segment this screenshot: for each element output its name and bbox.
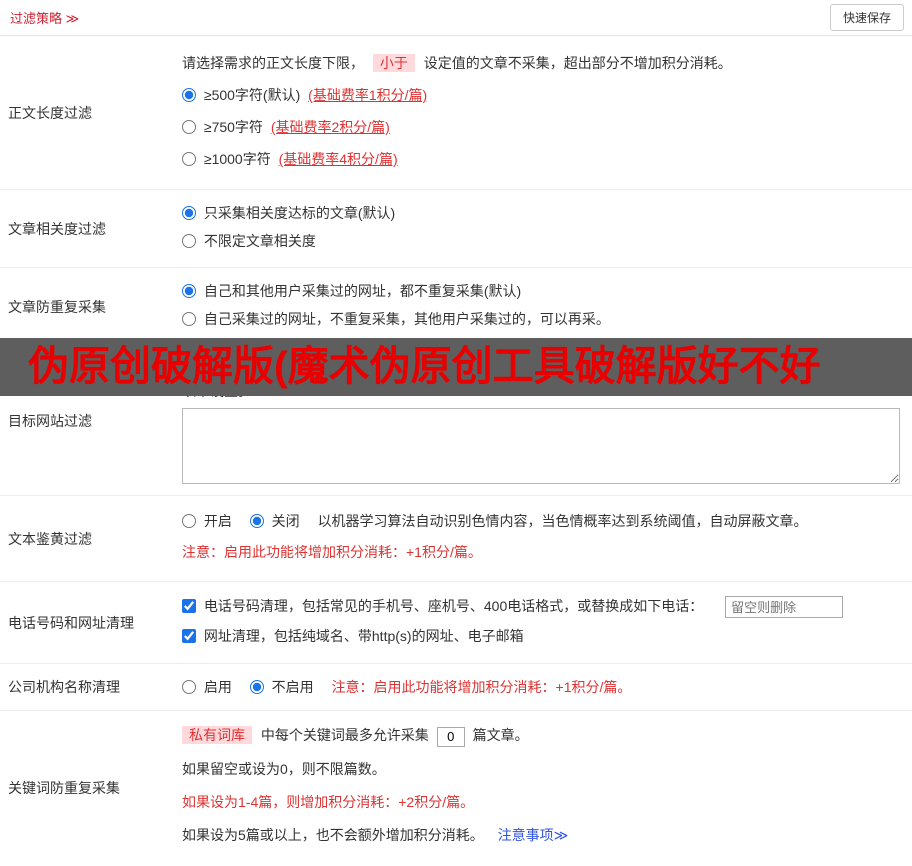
length-option-row: ≥1000字符 (基础费率4积分/篇) [182,149,900,170]
length-option-1000[interactable]: ≥1000字符 (基础费率4积分/篇) [182,151,398,167]
keyword-count-input[interactable] [436,726,465,747]
length-radio-1000[interactable] [182,152,196,166]
length-option-750-text: ≥750字符 [203,119,263,135]
label-porn-filter: 文本鉴黄过滤 [8,530,92,547]
keyword-note-five: 如果设为5篇或以上，也不会额外增加积分消耗。 [182,826,484,843]
relevance-radio-any[interactable] [182,234,196,248]
quick-save-button[interactable]: 快速保存 [829,4,904,31]
row-porn-filter: 文本鉴黄过滤 开启 关闭 以机器学习算法自动识别色情内容，当色情概率达到系统阈值… [0,496,912,582]
length-filter-content: 请选择需求的正文长度下限， 小于 设定值的文章不采集，超出部分不增加积分消耗。 … [180,36,912,189]
length-radio-750[interactable] [182,120,196,134]
url-clean-checkbox[interactable] [182,629,196,644]
phone-clean-option[interactable]: 电话号码清理，包括常见的手机号、座机号、400电话格式，或替换成如下电话： [182,598,707,614]
row-phone-filter: 电话号码和网址清理 电话号码清理，包括常见的手机号、座机号、400电话格式，或替… [0,582,912,665]
porn-option-off-text: 关闭 [271,513,300,529]
url-clean-text: 网址清理，包括纯域名、带http(s)的网址、电子邮箱 [203,628,524,645]
keyword-note-zero: 如果留空或设为0，则不限篇数。 [182,760,386,777]
company-option-row: 启用 不启用 注意：启用此功能将增加积分消耗：+1积分/篇。 [182,677,900,698]
porn-option-on[interactable]: 开启 [182,513,236,529]
length-option-750-fee: (基础费率2积分/篇) [270,119,390,135]
relevance-option-strict-text: 只采集相关度达标的文章(默认) [203,205,396,221]
porn-radio-on[interactable] [182,514,196,528]
relevance-option-row: 不限定文章相关度 [182,231,900,252]
dedup-option-self[interactable]: 自己采集过的网址，不重复采集，其他用户采集过的，可以再采。 [182,311,610,327]
relevance-option-any[interactable]: 不限定文章相关度 [182,233,316,249]
porn-filter-content: 开启 关闭 以机器学习算法自动识别色情内容，当色情概率达到系统阈值，自动屏蔽文章… [180,496,912,581]
company-radio-on[interactable] [182,680,196,695]
row-length-filter: 正文长度过滤 请选择需求的正文长度下限， 小于 设定值的文章不采集，超出部分不增… [0,36,912,190]
phone-clean-text: 电话号码清理，包括常见的手机号、座机号、400电话格式，或替换成如下电话： [203,598,704,614]
label-relevance-filter: 文章相关度过滤 [8,220,106,237]
replacement-phone-input[interactable] [725,596,844,619]
label-dedup-filter: 文章防重复采集 [8,298,106,315]
length-option-500[interactable]: ≥500字符(默认) (基础费率1积分/篇) [182,87,427,103]
dedup-radio-self[interactable] [182,312,196,326]
dedup-option-row: 自己采集过的网址，不重复采集，其他用户采集过的，可以再采。 [182,309,900,330]
porn-option-row: 开启 关闭 以机器学习算法自动识别色情内容，当色情概率达到系统阈值，自动屏蔽文章… [182,511,900,532]
notes-link[interactable]: 注意事项≫ [498,827,569,843]
keyword-limit-text-post: 篇文章。 [472,727,529,744]
label-keyword-filter: 关键词防重复采集 [8,780,120,797]
porn-radio-off[interactable] [249,514,264,528]
length-intro-post: 设定值的文章不采集，超出部分不增加积分消耗。 [423,55,732,71]
keyword-note-cost: 如果设为1-4篇，则增加积分消耗：+2积分/篇。 [182,793,475,810]
keyword-limit-row: 私有词库 中每个关键词最多允许采集 篇文章。 [182,725,900,747]
keyword-limit-text: 中每个关键词最多允许采集 [260,727,429,744]
blocked-sites-textarea[interactable] [182,408,900,484]
porn-option-off[interactable]: 关闭 [249,513,304,529]
length-option-row: ≥750字符 (基础费率2积分/篇) [182,117,900,138]
company-filter-note: 注意：启用此功能将增加积分消耗：+1积分/篇。 [331,679,632,696]
row-company-filter: 公司机构名称清理 启用 不启用 注意：启用此功能将增加积分消耗：+1积分/篇。 [0,664,912,712]
company-filter-content: 启用 不启用 注意：启用此功能将增加积分消耗：+1积分/篇。 [180,664,912,710]
label-company-filter: 公司机构名称清理 [8,679,120,696]
relevance-radio-strict[interactable] [182,206,196,220]
phone-clean-row: 电话号码清理，包括常见的手机号、座机号、400电话格式，或替换成如下电话： [182,596,900,619]
length-option-500-text: ≥500字符(默认) [203,87,301,103]
keyword-filter-content: 私有词库 中每个关键词最多允许采集 篇文章。 如果留空或设为0，则不限篇数。 如… [180,711,912,865]
relevance-filter-content: 只采集相关度达标的文章(默认) 不限定文章相关度 [180,190,912,267]
relevance-option-row: 只采集相关度达标的文章(默认) [182,203,900,224]
page-header: 过滤策略 ≫ 快速保存 [0,0,912,36]
length-option-1000-fee: (基础费率4积分/篇) [278,151,398,167]
dedup-option-global-text: 自己和其他用户采集过的网址，都不重复采集(默认) [203,283,522,299]
dedup-option-global[interactable]: 自己和其他用户采集过的网址，都不重复采集(默认) [182,283,521,299]
length-intro-highlight: 小于 [372,54,415,72]
row-keyword-filter: 关键词防重复采集 私有词库 中每个关键词最多允许采集 篇文章。 如果留空或设为0… [0,711,912,865]
private-lexicon-chip: 私有词库 [182,726,252,745]
length-filter-intro: 请选择需求的正文长度下限， 小于 设定值的文章不采集，超出部分不增加积分消耗。 [182,53,900,74]
company-option-on-text: 启用 [203,679,232,696]
label-phone-filter: 电话号码和网址清理 [8,614,134,631]
porn-filter-note: 注意：启用此功能将增加积分消耗：+1积分/篇。 [182,544,482,560]
dedup-radio-global[interactable] [182,284,196,298]
length-radio-500[interactable] [182,88,196,102]
keyword-note-five-row: 如果设为5篇或以上，也不会额外增加积分消耗。 注意事项≫ [182,825,900,846]
phone-filter-content: 电话号码清理，包括常见的手机号、座机号、400电话格式，或替换成如下电话： 网址… [180,582,912,663]
phone-clean-checkbox[interactable] [182,599,196,613]
watermark-banner: 伪原创破解版(魔术伪原创工具破解版好不好 [0,338,912,396]
porn-filter-description: 以机器学习算法自动识别色情内容，当色情概率达到系统阈值，自动屏蔽文章。 [317,513,808,529]
row-relevance-filter: 文章相关度过滤 只采集相关度达标的文章(默认) 不限定文章相关度 [0,190,912,268]
row-dedup-filter: 文章防重复采集 自己和其他用户采集过的网址，都不重复采集(默认) 自己采集过的网… [0,268,912,346]
length-option-500-fee: (基础费率1积分/篇) [308,87,428,103]
url-clean-option[interactable]: 网址清理，包括纯域名、带http(s)的网址、电子邮箱 [182,628,524,644]
dedup-option-self-text: 自己采集过的网址，不重复采集，其他用户采集过的，可以再采。 [203,311,610,327]
company-option-off-text: 不启用 [271,679,314,696]
label-length-filter: 正文长度过滤 [8,104,92,121]
length-option-750[interactable]: ≥750字符 (基础费率2积分/篇) [182,119,390,135]
page-title: 过滤策略 ≫ [10,11,80,26]
watermark-text: 伪原创破解版(魔术伪原创工具破解版好不好 [28,343,821,389]
company-option-on[interactable]: 启用 [182,679,236,695]
company-option-off[interactable]: 不启用 [249,679,318,696]
dedup-option-row: 自己和其他用户采集过的网址，都不重复采集(默认) [182,281,900,302]
length-option-1000-text: ≥1000字符 [203,151,271,167]
relevance-option-strict[interactable]: 只采集相关度达标的文章(默认) [182,205,395,221]
length-intro-pre: 请选择需求的正文长度下限， [182,55,364,71]
dedup-filter-content: 自己和其他用户采集过的网址，都不重复采集(默认) 自己采集过的网址，不重复采集，… [180,268,912,345]
company-radio-off[interactable] [249,680,264,695]
relevance-option-any-text: 不限定文章相关度 [203,233,316,249]
length-option-row: ≥500字符(默认) (基础费率1积分/篇) [182,85,900,106]
url-clean-row: 网址清理，包括纯域名、带http(s)的网址、电子邮箱 [182,626,900,647]
porn-option-on-text: 开启 [203,513,232,529]
